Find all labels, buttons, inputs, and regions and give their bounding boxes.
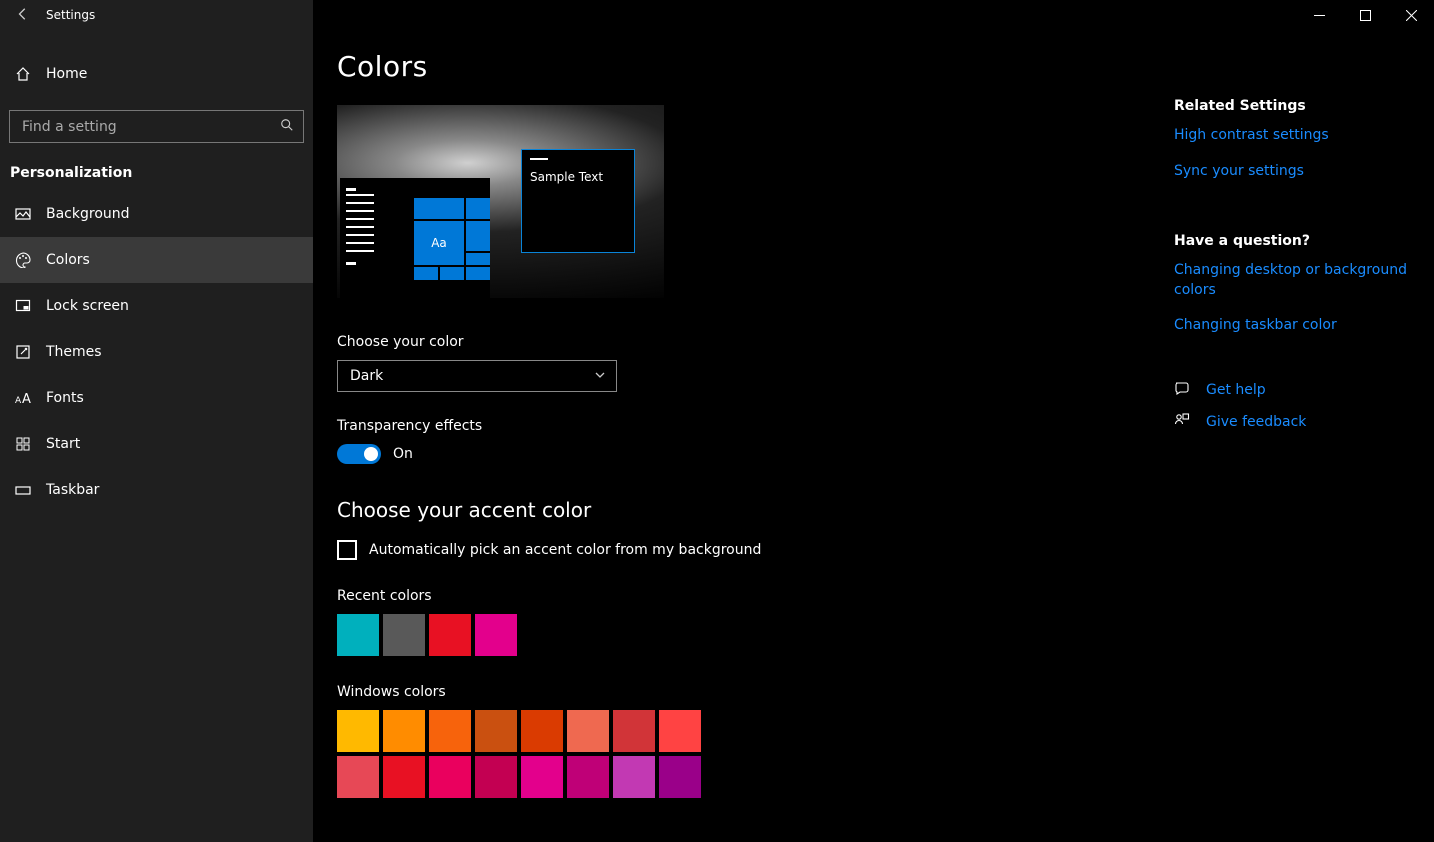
transparency-value: On	[393, 446, 413, 462]
choose-color-dropdown[interactable]: Dark	[337, 360, 617, 392]
color-swatch[interactable]	[659, 756, 701, 798]
preview-sample-text: Sample Text	[530, 170, 626, 184]
nav-icon	[14, 252, 32, 268]
close-button[interactable]	[1388, 0, 1434, 30]
category-title: Personalization	[10, 165, 313, 181]
color-swatch[interactable]	[337, 756, 379, 798]
color-swatch[interactable]	[383, 614, 425, 656]
nav-label: Themes	[46, 344, 102, 360]
window-title: Settings	[46, 8, 95, 22]
main-content: Colors Aa Sample Text Choose your color …	[313, 30, 1154, 842]
recent-colors-label: Recent colors	[337, 588, 1130, 604]
home-label: Home	[46, 66, 87, 82]
svg-text:A: A	[22, 392, 31, 405]
color-swatch[interactable]	[613, 710, 655, 752]
nav-label: Background	[46, 206, 130, 222]
search-icon	[280, 118, 294, 136]
color-preview: Aa Sample Text	[337, 105, 664, 298]
nav-label: Start	[46, 436, 80, 452]
color-swatch[interactable]	[475, 710, 517, 752]
color-swatch[interactable]	[429, 756, 471, 798]
nav-icon	[14, 206, 32, 222]
choose-color-label: Choose your color	[337, 334, 1130, 350]
auto-pick-label: Automatically pick an accent color from …	[369, 542, 761, 558]
color-swatch[interactable]	[429, 710, 471, 752]
sidebar-item-themes[interactable]: Themes	[0, 329, 313, 375]
windows-colors-label: Windows colors	[337, 684, 1130, 700]
color-swatch[interactable]	[567, 756, 609, 798]
color-swatch[interactable]	[613, 756, 655, 798]
nav-icon	[14, 344, 32, 360]
color-swatch[interactable]	[383, 710, 425, 752]
link-high-contrast[interactable]: High contrast settings	[1174, 126, 1420, 146]
right-rail: Related Settings High contrast settings …	[1174, 90, 1434, 444]
auto-pick-checkbox[interactable]	[337, 540, 357, 560]
color-swatch[interactable]	[475, 756, 517, 798]
nav-label: Lock screen	[46, 298, 129, 314]
sidebar-item-taskbar[interactable]: Taskbar	[0, 467, 313, 513]
color-swatch[interactable]	[475, 614, 517, 656]
transparency-label: Transparency effects	[337, 418, 1130, 434]
color-swatch[interactable]	[659, 710, 701, 752]
color-swatch[interactable]	[337, 614, 379, 656]
related-settings-heading: Related Settings	[1174, 98, 1420, 114]
maximize-button[interactable]	[1342, 0, 1388, 30]
svg-text:A: A	[15, 396, 22, 405]
nav-label: Fonts	[46, 390, 84, 406]
nav-icon	[14, 436, 32, 452]
color-swatch[interactable]	[383, 756, 425, 798]
sidebar-item-start[interactable]: Start	[0, 421, 313, 467]
nav-icon	[14, 484, 32, 496]
sidebar-item-colors[interactable]: Colors	[0, 237, 313, 283]
have-question-heading: Have a question?	[1174, 233, 1420, 249]
search-input[interactable]	[9, 110, 304, 143]
link-changing-background[interactable]: Changing desktop or background colors	[1174, 261, 1420, 300]
minimize-button[interactable]	[1296, 0, 1342, 30]
color-swatch[interactable]	[521, 710, 563, 752]
color-swatch[interactable]	[567, 710, 609, 752]
link-sync-settings[interactable]: Sync your settings	[1174, 162, 1420, 182]
nav-icon: AA	[14, 392, 32, 405]
help-icon	[1174, 380, 1192, 400]
nav-icon	[14, 298, 32, 314]
chevron-down-icon	[594, 369, 606, 384]
sidebar-item-background[interactable]: Background	[0, 191, 313, 237]
choose-color-value: Dark	[350, 368, 383, 384]
home-icon	[14, 66, 32, 82]
get-help-link[interactable]: Get help	[1174, 380, 1420, 400]
nav-label: Taskbar	[46, 482, 99, 498]
sidebar: Home Personalization Background Colors Loc…	[0, 30, 313, 842]
preview-tile-aa: Aa	[414, 221, 464, 265]
feedback-icon	[1174, 412, 1192, 432]
color-swatch[interactable]	[337, 710, 379, 752]
back-button[interactable]	[0, 6, 46, 25]
accent-heading: Choose your accent color	[337, 498, 1130, 522]
sidebar-item-fonts[interactable]: AA Fonts	[0, 375, 313, 421]
nav-label: Colors	[46, 252, 90, 268]
transparency-toggle[interactable]	[337, 444, 381, 464]
give-feedback-link[interactable]: Give feedback	[1174, 412, 1420, 432]
color-swatch[interactable]	[521, 756, 563, 798]
home-nav[interactable]: Home	[0, 52, 313, 96]
link-changing-taskbar[interactable]: Changing taskbar color	[1174, 316, 1420, 336]
sidebar-item-lock-screen[interactable]: Lock screen	[0, 283, 313, 329]
color-swatch[interactable]	[429, 614, 471, 656]
page-title: Colors	[337, 50, 1130, 83]
